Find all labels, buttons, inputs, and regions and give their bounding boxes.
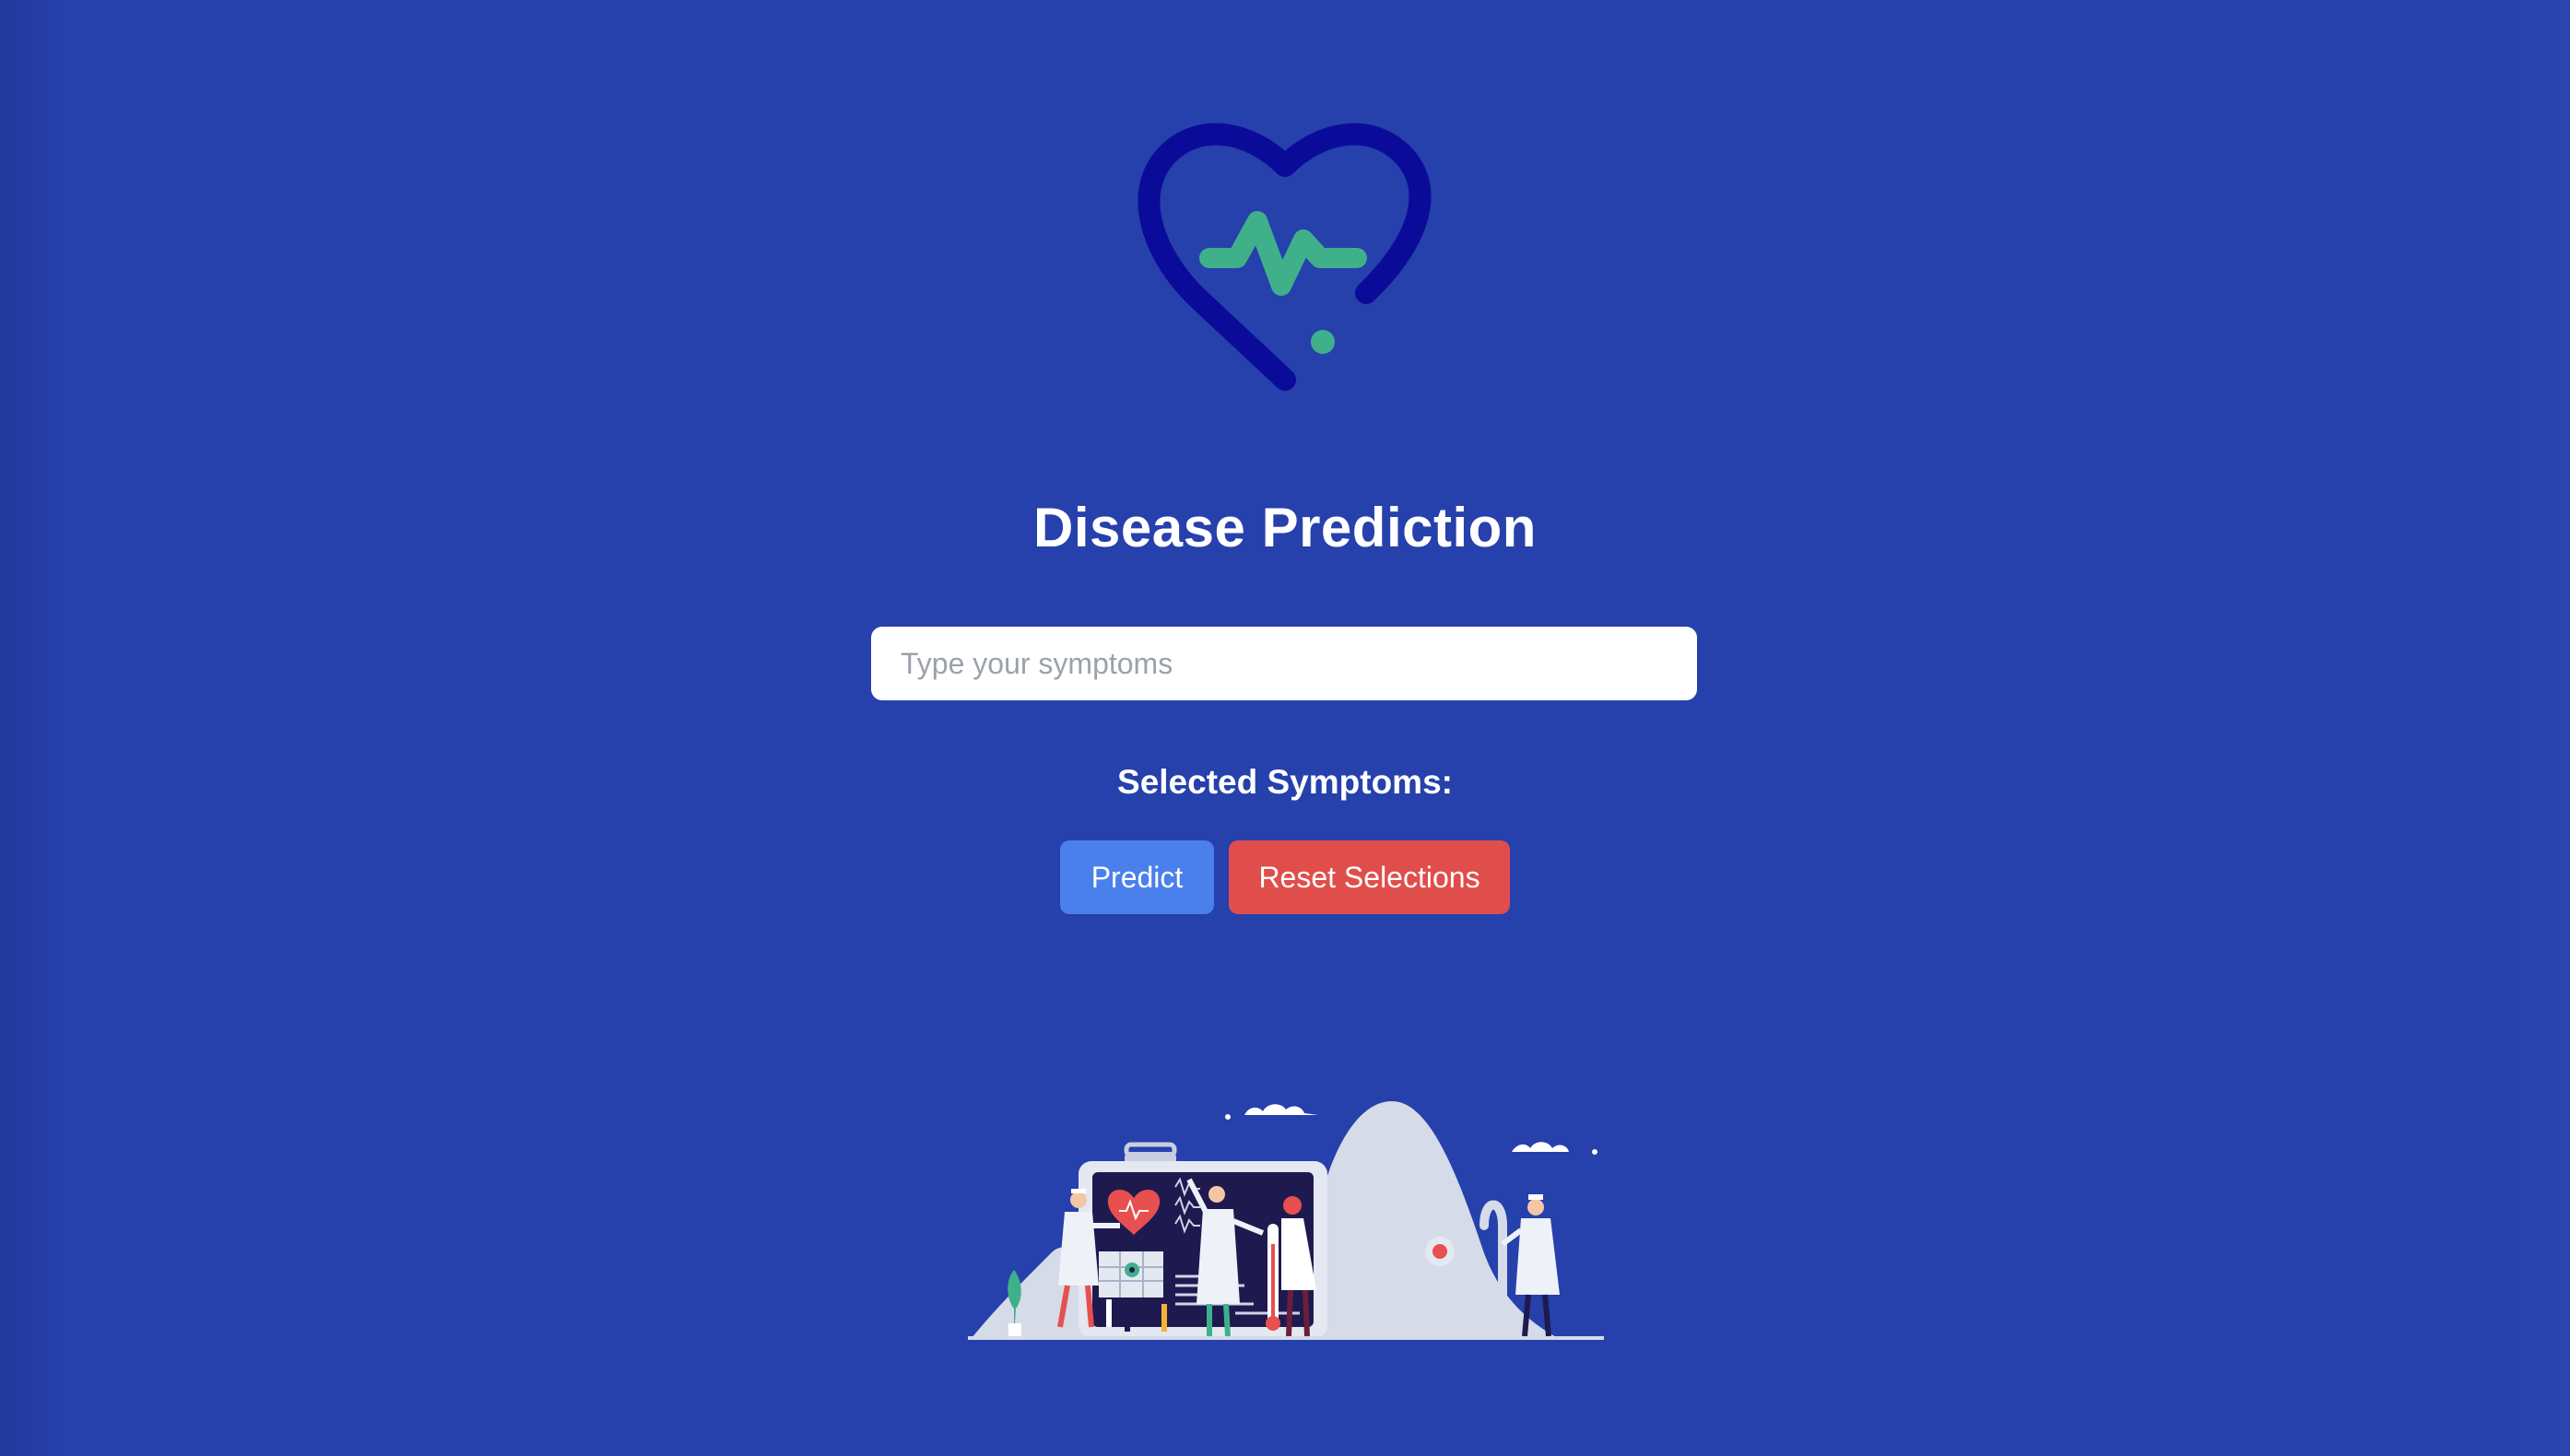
predict-button[interactable]: Predict [1060,840,1214,914]
medical-team-illustration [968,1101,1604,1340]
action-buttons: Predict Reset Selections [0,840,2570,914]
selected-symptoms-label: Selected Symptoms: [1117,763,1453,801]
symptom-search-input[interactable] [871,627,1697,700]
page-background: Disease Prediction Selected Symptoms: Pr… [0,0,2570,1456]
page-title: Disease Prediction [1033,497,1537,558]
heart-pulse-icon [1138,123,1432,391]
reset-selections-button[interactable]: Reset Selections [1229,840,1510,914]
